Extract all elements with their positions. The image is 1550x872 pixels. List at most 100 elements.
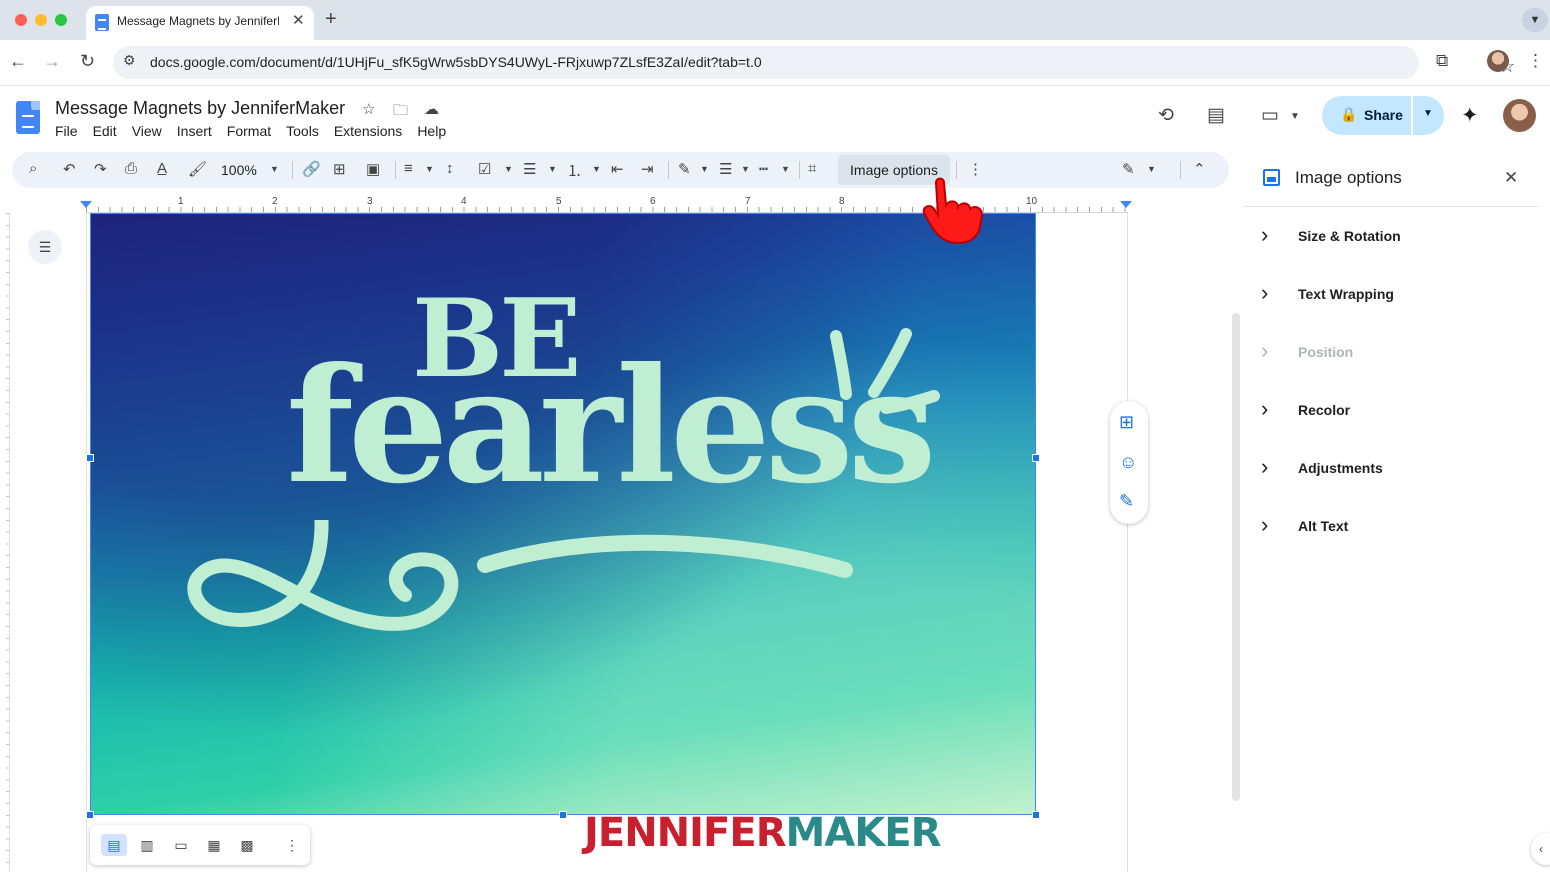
align-icon[interactable]: ≡: [404, 160, 413, 177]
ruler-number: 8: [839, 196, 845, 207]
forward-arrow-icon[interactable]: →: [43, 51, 61, 72]
add-comment-icon[interactable]: ⊞: [1119, 412, 1134, 433]
numbered-list-icon[interactable]: ⒈: [567, 160, 582, 181]
toolbar-separator: [799, 161, 800, 179]
docs-logo-icon[interactable]: [16, 101, 40, 134]
crop-icon[interactable]: ⌗: [808, 160, 816, 177]
comments-icon[interactable]: ▤: [1207, 104, 1225, 127]
new-tab-icon[interactable]: +: [325, 8, 337, 31]
resize-handle-right[interactable]: [1032, 454, 1040, 462]
insert-image-icon[interactable]: ▣: [366, 160, 380, 178]
zoom-select[interactable]: 100%: [221, 162, 257, 178]
spellcheck-icon[interactable]: A̲: [157, 160, 167, 177]
link-icon[interactable]: 🔗: [302, 160, 321, 178]
border-dash-icon[interactable]: ┅: [759, 160, 768, 178]
decrease-indent-icon[interactable]: ⇤: [611, 160, 624, 178]
minimize-window-button[interactable]: [35, 14, 47, 26]
vertical-ruler[interactable]: [0, 213, 10, 872]
resize-handle-left[interactable]: [86, 454, 94, 462]
resize-handle-bottom-right[interactable]: [1032, 811, 1040, 819]
search-icon[interactable]: ⌕: [29, 160, 37, 177]
panel-item-recolor[interactable]: › Recolor: [1261, 396, 1531, 426]
account-avatar[interactable]: [1503, 99, 1536, 132]
browser-address-bar: ← → ↻ ⚙ docs.google.com/document/d/1UHjF…: [0, 40, 1550, 86]
bullet-dropdown-icon[interactable]: ▼: [548, 164, 557, 174]
resize-handle-bottom-left[interactable]: [86, 811, 94, 819]
tab-search-chevron-icon[interactable]: ▼: [1522, 8, 1548, 32]
back-arrow-icon[interactable]: ←: [9, 51, 27, 72]
panel-item-alt-text[interactable]: › Alt Text: [1261, 512, 1531, 542]
border-color-icon[interactable]: ✎: [678, 160, 691, 178]
close-window-button[interactable]: [15, 14, 27, 26]
wrap-text-icon[interactable]: ▥: [134, 834, 160, 856]
close-icon[interactable]: ✕: [1504, 168, 1518, 188]
print-icon[interactable]: ⎙: [125, 160, 137, 177]
browser-tab-active[interactable]: Message Magnets by JenniferMaker ✕: [86, 6, 314, 40]
panel-item-label: Text Wrapping: [1298, 286, 1394, 302]
video-call-icon[interactable]: ▭: [1261, 104, 1279, 127]
border-color-dropdown-icon[interactable]: ▼: [700, 164, 709, 174]
browser-profile-avatar[interactable]: [1487, 50, 1509, 72]
url-text[interactable]: docs.google.com/document/d/1UHjFu_sfK5gW…: [150, 54, 762, 70]
share-dropdown-icon[interactable]: ▼: [1423, 108, 1433, 119]
line-spacing-icon[interactable]: ↕: [446, 160, 454, 177]
menu-extensions[interactable]: Extensions: [334, 123, 402, 139]
move-folder-icon[interactable]: 🗀: [393, 100, 408, 125]
zoom-dropdown-icon[interactable]: ▼: [270, 164, 279, 174]
redo-icon[interactable]: ↷: [94, 160, 107, 178]
break-text-icon[interactable]: ▭: [168, 834, 194, 856]
suggest-edits-icon[interactable]: ✎: [1119, 491, 1134, 512]
site-settings-icon[interactable]: ⚙: [123, 52, 136, 69]
document-outline-button[interactable]: ☰: [28, 230, 62, 264]
checklist-icon[interactable]: ☑: [478, 160, 491, 178]
right-indent-marker[interactable]: [1120, 201, 1132, 208]
panel-item-adjustments[interactable]: › Adjustments: [1261, 454, 1531, 484]
menu-format[interactable]: Format: [227, 123, 271, 139]
menu-view[interactable]: View: [132, 123, 162, 139]
left-indent-marker[interactable]: [80, 201, 92, 208]
panel-item-size-rotation[interactable]: › Size & Rotation: [1261, 222, 1531, 252]
increase-indent-icon[interactable]: ⇥: [641, 160, 654, 178]
panel-item-text-wrapping[interactable]: › Text Wrapping: [1261, 280, 1531, 310]
behind-text-icon[interactable]: ▦: [201, 834, 227, 856]
paint-format-icon[interactable]: 🖌: [188, 160, 207, 178]
menu-tools[interactable]: Tools: [286, 123, 319, 139]
extensions-puzzle-icon[interactable]: ⧉: [1436, 51, 1448, 71]
editing-mode-pencil-icon[interactable]: ✎: [1122, 160, 1135, 178]
document-title[interactable]: Message Magnets by JenniferMaker: [55, 98, 345, 119]
history-icon[interactable]: ⟲: [1158, 104, 1174, 127]
maximize-window-button[interactable]: [55, 14, 67, 26]
border-weight-dropdown-icon[interactable]: ▼: [741, 164, 750, 174]
menu-help[interactable]: Help: [417, 123, 446, 139]
menu-insert[interactable]: Insert: [177, 123, 212, 139]
emoji-reaction-icon[interactable]: ☺: [1119, 452, 1137, 473]
panel-item-label: Adjustments: [1298, 460, 1383, 476]
border-dash-dropdown-icon[interactable]: ▼: [781, 164, 790, 174]
reload-icon[interactable]: ↻: [80, 51, 95, 72]
browser-menu-kebab-icon[interactable]: ⋮: [1527, 51, 1544, 71]
video-call-dropdown-icon[interactable]: ▼: [1290, 111, 1300, 122]
border-weight-icon[interactable]: ☰: [719, 160, 732, 178]
share-button[interactable]: 🔒 Share: [1322, 96, 1410, 135]
bulleted-list-icon[interactable]: ☰: [523, 160, 536, 178]
share-button-group: 🔒 Share ▼: [1322, 96, 1444, 135]
checklist-dropdown-icon[interactable]: ▼: [504, 164, 513, 174]
numbered-dropdown-icon[interactable]: ▼: [592, 164, 601, 174]
more-wrap-options-kebab-icon[interactable]: ⋮: [279, 834, 305, 856]
align-dropdown-icon[interactable]: ▼: [425, 164, 434, 174]
star-icon[interactable]: ☆: [362, 100, 375, 118]
editing-mode-dropdown-icon[interactable]: ▼: [1147, 164, 1156, 174]
document-scrollbar[interactable]: [1232, 313, 1240, 801]
cloud-saved-icon[interactable]: ☁: [424, 100, 439, 118]
collapse-menus-chevron-icon[interactable]: ⌃: [1193, 160, 1206, 178]
gemini-icon[interactable]: ✦: [1461, 103, 1479, 128]
undo-icon[interactable]: ↶: [63, 160, 76, 178]
close-tab-icon[interactable]: ✕: [292, 11, 305, 29]
in-front-of-text-icon[interactable]: ▩: [234, 834, 260, 856]
menu-file[interactable]: File: [55, 123, 78, 139]
menu-edit[interactable]: Edit: [93, 123, 117, 139]
resize-handle-bottom[interactable]: [559, 811, 567, 819]
url-omnibox[interactable]: ⚙ docs.google.com/document/d/1UHjFu_sfK5…: [113, 46, 1515, 79]
add-comment-icon[interactable]: ⊞: [333, 160, 346, 178]
inline-wrap-icon[interactable]: ▤: [101, 834, 127, 856]
